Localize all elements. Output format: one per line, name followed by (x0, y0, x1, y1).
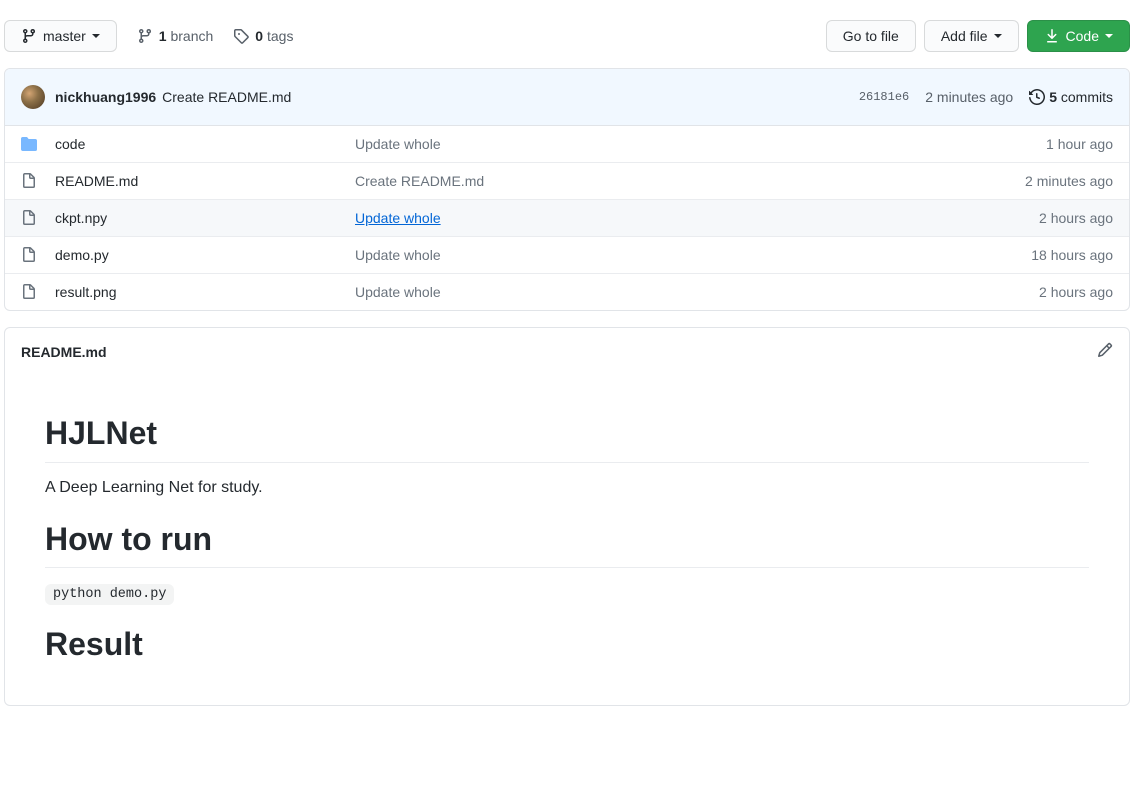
file-time: 1 hour ago (1046, 134, 1113, 154)
file-name-link[interactable]: ckpt.npy (55, 208, 355, 228)
branch-select-button[interactable]: master (4, 20, 117, 52)
file-icon (21, 284, 37, 300)
commit-message-link[interactable]: Create README.md (162, 89, 291, 105)
file-commit-message-link[interactable]: Create README.md (355, 171, 1025, 191)
readme-description: A Deep Learning Net for study. (45, 479, 1089, 497)
file-commit-message-link[interactable]: Update whole (355, 134, 1046, 154)
readme-panel: README.md HJLNet A Deep Learning Net for… (4, 327, 1130, 706)
file-icon (21, 210, 37, 226)
commit-author-link[interactable]: nickhuang1996 (55, 89, 156, 105)
commits-history-link[interactable]: 5 commits (1029, 89, 1113, 105)
file-listing: nickhuang1996 Create README.md 26181e6 2… (4, 68, 1130, 311)
download-icon (1044, 28, 1060, 44)
tag-icon (233, 28, 249, 44)
readme-h2-result: Result (45, 626, 1089, 673)
file-time: 2 hours ago (1039, 208, 1113, 228)
branch-name: master (43, 26, 86, 46)
readme-h2-run: How to run (45, 521, 1089, 569)
caret-down-icon (1105, 34, 1113, 38)
file-row[interactable]: result.pngUpdate whole2 hours ago (5, 274, 1129, 310)
file-icon (21, 247, 37, 263)
tag-count-link[interactable]: 0 tags (233, 28, 293, 44)
file-commit-message-link[interactable]: Update whole (355, 245, 1031, 265)
latest-commit-bar: nickhuang1996 Create README.md 26181e6 2… (5, 69, 1129, 126)
file-commit-message-link[interactable]: Update whole (355, 282, 1039, 302)
file-row[interactable]: ckpt.npyUpdate whole2 hours ago (5, 200, 1129, 237)
git-branch-icon (137, 28, 153, 44)
goto-file-button[interactable]: Go to file (826, 20, 916, 52)
readme-h1: HJLNet (45, 415, 1089, 463)
file-icon (21, 173, 37, 189)
file-commit-message-link[interactable]: Update whole (355, 208, 1039, 228)
edit-readme-button[interactable] (1097, 342, 1113, 361)
readme-filename[interactable]: README.md (21, 344, 107, 360)
file-name-link[interactable]: demo.py (55, 245, 355, 265)
caret-down-icon (92, 34, 100, 38)
file-name-link[interactable]: code (55, 134, 355, 154)
file-time: 2 minutes ago (1025, 171, 1113, 191)
add-file-button[interactable]: Add file (924, 20, 1019, 52)
avatar[interactable] (21, 85, 45, 109)
branch-count-link[interactable]: 1 branch (137, 28, 214, 44)
file-row[interactable]: demo.pyUpdate whole18 hours ago (5, 237, 1129, 274)
folder-icon (21, 136, 37, 152)
caret-down-icon (994, 34, 1002, 38)
file-time: 2 hours ago (1039, 282, 1113, 302)
file-row[interactable]: README.mdCreate README.md2 minutes ago (5, 163, 1129, 200)
code-download-button[interactable]: Code (1027, 20, 1130, 52)
file-name-link[interactable]: result.png (55, 282, 355, 302)
file-name-link[interactable]: README.md (55, 171, 355, 191)
readme-code: python demo.py (45, 584, 174, 605)
repo-toolbar: master 1 branch 0 tags Go to file A (4, 4, 1130, 68)
commit-time: 2 minutes ago (925, 89, 1013, 105)
history-icon (1029, 89, 1045, 105)
commit-sha-link[interactable]: 26181e6 (859, 90, 909, 104)
git-branch-icon (21, 28, 37, 44)
file-time: 18 hours ago (1031, 245, 1113, 265)
readme-content: HJLNet A Deep Learning Net for study. Ho… (5, 375, 1129, 705)
file-row[interactable]: codeUpdate whole1 hour ago (5, 126, 1129, 163)
pencil-icon (1097, 342, 1113, 358)
